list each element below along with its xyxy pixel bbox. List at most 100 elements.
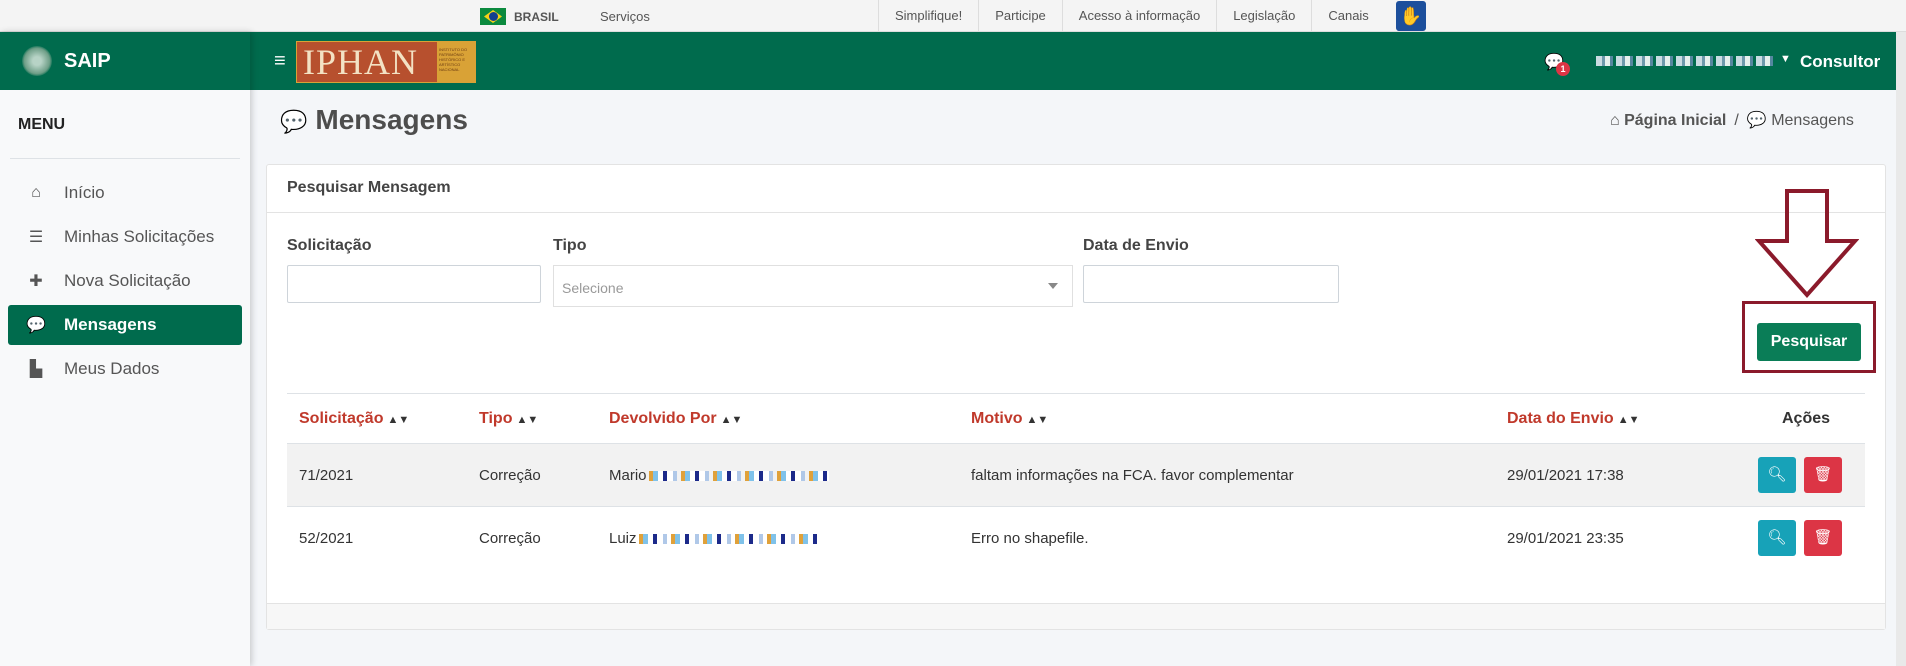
col-devolvido-por[interactable]: Devolvido Por ▲▼ bbox=[597, 393, 959, 444]
view-button[interactable]: 🔍︎ bbox=[1757, 457, 1796, 493]
col-devolvido-label: Devolvido Por bbox=[609, 409, 717, 427]
redacted-surname bbox=[638, 533, 819, 544]
sidebar-item-nova-solicitacao[interactable]: ✚ Nova Solicitação bbox=[8, 261, 242, 301]
plus-icon: ✚ bbox=[29, 273, 43, 290]
file-icon: ▙ bbox=[29, 361, 43, 378]
gov-bar: BRASIL Serviços Simplifique! Participe A… bbox=[0, 0, 1906, 32]
breadcrumb-current: 💬 Mensagens bbox=[1747, 112, 1854, 129]
page-scrollbar[interactable] bbox=[1896, 32, 1906, 666]
top-header: ≡ IPHAN INSTITUTO DO PATRIMÔNIO HISTÓRIC… bbox=[250, 32, 1906, 90]
cell-tipo: Correção bbox=[467, 506, 597, 570]
sidebar-item-label: Nova Solicitação bbox=[64, 271, 191, 290]
sort-icon: ▲▼ bbox=[720, 413, 743, 426]
cell-acoes: 🔍︎ 🗑︎ bbox=[1735, 443, 1865, 507]
sort-icon: ▲▼ bbox=[1026, 413, 1049, 426]
col-motivo-label: Motivo bbox=[971, 409, 1023, 427]
col-data-label: Data do Envio bbox=[1507, 409, 1614, 427]
sidebar-item-mensagens[interactable]: 💬 Mensagens bbox=[8, 305, 242, 345]
cell-devolvido-por: Luiz bbox=[597, 506, 959, 570]
table-row: 52/2021 Correção Luiz Erro no shapefile.… bbox=[287, 506, 1865, 570]
messages-table: Solicitação ▲▼ Tipo ▲▼ Devolvido Por ▲▼ Mot… bbox=[287, 393, 1865, 570]
menu-title: MENU bbox=[10, 90, 240, 159]
data-envio-input[interactable] bbox=[1083, 265, 1339, 303]
sidebar-item-inicio[interactable]: ⌂ Início bbox=[8, 173, 242, 213]
search-icon: 🔍︎ bbox=[1767, 529, 1787, 547]
sort-icon: ▲▼ bbox=[516, 413, 539, 426]
search-card-title: Pesquisar Mensagem bbox=[267, 165, 1885, 213]
card-footer bbox=[267, 603, 1885, 629]
home-icon: ⌂ bbox=[1610, 112, 1625, 129]
tipo-label: Tipo bbox=[553, 237, 587, 254]
cell-acoes: 🔍︎ 🗑︎ bbox=[1735, 506, 1865, 570]
annotation-arrow-icon bbox=[1755, 189, 1859, 299]
col-tipo[interactable]: Tipo ▲▼ bbox=[467, 393, 597, 444]
iphan-logo-subtext: INSTITUTO DO PATRIMÔNIO HISTÓRICO E ARTÍ… bbox=[437, 42, 475, 82]
sidebar-item-label: Minhas Solicitações bbox=[64, 227, 215, 246]
cell-solicitacao: 71/2021 bbox=[287, 443, 467, 507]
solicitacao-input[interactable] bbox=[287, 265, 541, 303]
sidebar-brand[interactable]: SAIP bbox=[0, 32, 250, 90]
search-card: Pesquisar Mensagem Solicitação Tipo Sele… bbox=[266, 164, 1886, 630]
cell-motivo: faltam informações na FCA. favor complem… bbox=[959, 443, 1495, 507]
sidebar-item-label: Início bbox=[64, 183, 105, 202]
gov-link-simplifique[interactable]: Simplifique! bbox=[878, 0, 978, 32]
app-name: SAIP bbox=[64, 49, 111, 72]
sidebar-item-meus-dados[interactable]: ▙ Meus Dados bbox=[8, 349, 242, 389]
caret-down-icon[interactable]: ▼ bbox=[1780, 53, 1791, 65]
gov-services-link[interactable]: Serviços bbox=[600, 9, 650, 24]
col-solicitacao-label: Solicitação bbox=[299, 409, 384, 427]
iphan-logo[interactable]: IPHAN INSTITUTO DO PATRIMÔNIO HISTÓRICO … bbox=[296, 41, 476, 83]
cell-devolvido-por: Mario bbox=[597, 443, 959, 507]
solicitacao-label: Solicitação bbox=[287, 237, 372, 254]
tipo-select[interactable]: Selecione bbox=[553, 265, 1073, 307]
page-title-text: Mensagens bbox=[315, 104, 468, 135]
gov-links: Simplifique! Participe Acesso à informaç… bbox=[878, 0, 1385, 32]
comments-icon: 💬 bbox=[26, 317, 46, 334]
delete-button[interactable]: 🗑︎ bbox=[1804, 520, 1843, 557]
delete-button[interactable]: 🗑︎ bbox=[1804, 457, 1843, 493]
sidebar-item-label: Mensagens bbox=[64, 315, 157, 334]
sidebar-nav: ⌂ Início ☰ Minhas Solicitações ✚ Nova So… bbox=[0, 159, 250, 389]
breadcrumb-separator: / bbox=[1734, 112, 1739, 129]
redacted-surname bbox=[648, 470, 829, 481]
tipo-select-placeholder: Selecione bbox=[562, 280, 624, 296]
cell-devolvido-name: Mario bbox=[609, 466, 647, 484]
col-tipo-label: Tipo bbox=[479, 409, 513, 427]
sidebar-item-minhas-solicitacoes[interactable]: ☰ Minhas Solicitações bbox=[8, 217, 242, 257]
breadcrumb-current-label: Mensagens bbox=[1771, 112, 1854, 129]
gov-link-canais[interactable]: Canais bbox=[1311, 0, 1384, 32]
sidebar: SAIP MENU ⌂ Início ☰ Minhas Solicitações… bbox=[0, 32, 250, 666]
sidebar-item-label: Meus Dados bbox=[64, 359, 160, 378]
gov-link-participe[interactable]: Participe bbox=[978, 0, 1062, 32]
col-solicitacao[interactable]: Solicitação ▲▼ bbox=[287, 393, 467, 444]
col-data-envio[interactable]: Data do Envio ▲▼ bbox=[1495, 393, 1735, 444]
menu-toggle-icon[interactable]: ≡ bbox=[274, 50, 286, 73]
list-icon: ☰ bbox=[28, 229, 44, 246]
brazil-flag-icon[interactable] bbox=[480, 8, 506, 25]
breadcrumb-home[interactable]: ⌂ Página Inicial bbox=[1610, 112, 1726, 129]
col-motivo[interactable]: Motivo ▲▼ bbox=[959, 393, 1495, 444]
user-name-redacted[interactable] bbox=[1596, 56, 1776, 66]
gov-brasil-link[interactable]: BRASIL bbox=[514, 10, 559, 24]
comments-icon: 💬 bbox=[280, 109, 308, 134]
pesquisar-button[interactable]: Pesquisar bbox=[1757, 323, 1861, 361]
col-acoes: Ações bbox=[1735, 393, 1865, 444]
cell-devolvido-name: Luiz bbox=[609, 529, 637, 547]
page-title: 💬 Mensagens bbox=[280, 104, 468, 136]
notification-badge: 1 bbox=[1556, 62, 1570, 76]
user-role[interactable]: Consultor bbox=[1800, 52, 1880, 72]
view-button[interactable]: 🔍︎ bbox=[1757, 520, 1796, 557]
search-icon: 🔍︎ bbox=[1767, 466, 1787, 483]
gov-link-legislacao[interactable]: Legislação bbox=[1216, 0, 1311, 32]
accessibility-icon[interactable]: ✋ bbox=[1396, 1, 1426, 31]
cell-solicitacao: 52/2021 bbox=[287, 506, 467, 570]
gov-link-acesso[interactable]: Acesso à informação bbox=[1061, 0, 1216, 32]
sort-icon: ▲▼ bbox=[387, 413, 410, 426]
table-header-row: Solicitação ▲▼ Tipo ▲▼ Devolvido Por ▲▼ Mot… bbox=[287, 393, 1865, 444]
breadcrumb: ⌂ Página Inicial / 💬 Mensagens bbox=[1610, 110, 1854, 130]
data-envio-label: Data de Envio bbox=[1083, 237, 1189, 254]
table-row: 71/2021 Correção Mario faltam informaçõe… bbox=[287, 443, 1865, 507]
home-icon: ⌂ bbox=[31, 184, 41, 201]
saip-logo-icon bbox=[22, 46, 52, 76]
cell-data: 29/01/2021 17:38 bbox=[1495, 443, 1735, 507]
